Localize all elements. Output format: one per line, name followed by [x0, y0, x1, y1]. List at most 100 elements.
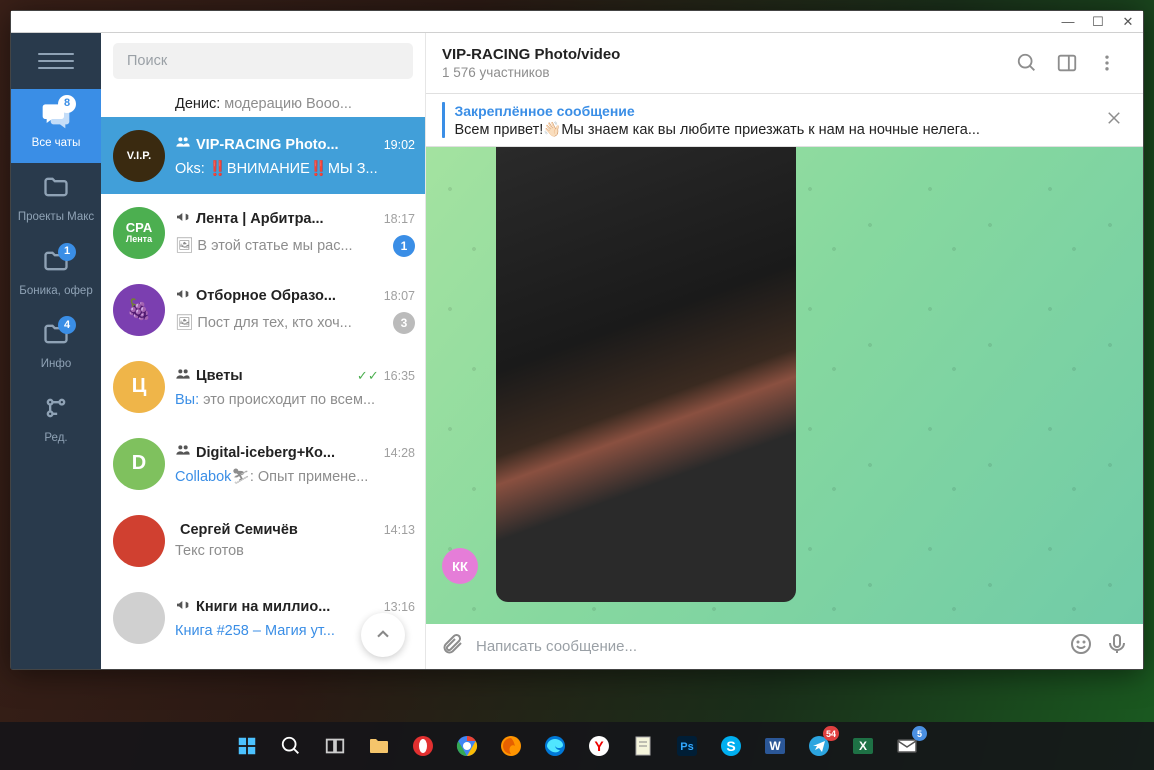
chat-list-column: Денис: модерацию Booo...0V.I.P.VIP-RACIN…	[101, 33, 426, 669]
taskbar-task-view-icon[interactable]	[317, 728, 353, 764]
titlebar: — ☐ ✕	[11, 11, 1143, 33]
chat-row[interactable]: CPAЛентаЛента | Арбитра...18:17🖼 В этой …	[101, 194, 425, 271]
svg-text:Y: Y	[594, 738, 604, 754]
chat-pane: VIP-RACING Photo/video 1 576 участников …	[426, 33, 1143, 669]
folder-icon	[40, 173, 72, 205]
taskbar-skype-icon[interactable]: S	[713, 728, 749, 764]
folder-icon: 4	[40, 320, 72, 352]
chat-row[interactable]: ЦЦветы✓✓16:35Вы: это происходит по всем.…	[101, 348, 425, 425]
folder-label: Боника, офер	[19, 285, 92, 299]
scroll-up-button[interactable]	[361, 613, 405, 657]
svg-text:X: X	[859, 739, 867, 753]
folder-badge: 4	[58, 316, 76, 334]
chat-time: 18:07	[384, 289, 415, 303]
chat-avatar: D	[113, 438, 165, 490]
menu-icon[interactable]	[38, 43, 74, 79]
chat-message-preview: Текс готов	[175, 543, 415, 559]
chat-name: Отборное Образо...	[196, 288, 379, 304]
sender-avatar[interactable]: КК	[442, 548, 478, 584]
chat-avatar	[113, 592, 165, 644]
app-body: 8Все чаты Проекты Макс 1 Боника, офер 4ИнфоР…	[11, 33, 1143, 669]
chat-row[interactable]: Денис: модерацию Booo...0	[101, 89, 425, 117]
chat-time: 19:02	[384, 138, 415, 152]
voice-icon[interactable]	[1105, 632, 1129, 661]
folder-badge: 1	[58, 243, 76, 261]
pinned-title: Закреплённое сообщение	[455, 103, 1102, 119]
chat-type-icon	[175, 366, 191, 387]
folder-badge: 8	[58, 95, 76, 113]
taskbar-chrome-icon[interactable]	[449, 728, 485, 764]
taskbar-photoshop-icon[interactable]: Ps	[669, 728, 705, 764]
taskbar-opera-icon[interactable]	[405, 728, 441, 764]
taskbar-search-icon[interactable]	[273, 728, 309, 764]
taskbar-explorer-icon[interactable]	[361, 728, 397, 764]
taskbar-telegram-icon[interactable]: 54	[801, 728, 837, 764]
chat-message-preview: Вы: это происходит по всем...	[175, 392, 415, 408]
chat-time: 14:28	[384, 446, 415, 460]
close-pinned-icon[interactable]	[1101, 105, 1127, 136]
taskbar-firefox-icon[interactable]	[493, 728, 529, 764]
folder-icon: 1	[40, 247, 72, 279]
chat-row[interactable]: V.I.P.VIP-RACING Photo...19:02Oks: ‼️ВНИ…	[101, 117, 425, 194]
video-message[interactable]	[496, 147, 796, 602]
chat-type-icon	[175, 597, 191, 618]
search-input[interactable]	[113, 43, 413, 79]
message-input[interactable]	[476, 638, 1057, 655]
attach-icon[interactable]	[440, 632, 464, 661]
taskbar-edge-icon[interactable]	[537, 728, 573, 764]
taskbar[interactable]: Y Ps S W 54 X 5	[0, 722, 1154, 770]
taskbar-yandex-icon[interactable]: Y	[581, 728, 617, 764]
chat-type-icon	[175, 209, 191, 230]
search-in-chat-icon[interactable]	[1007, 43, 1047, 83]
chat-row[interactable]: 🍇Отборное Образо...18:07🖼 Пост для тех, …	[101, 271, 425, 348]
taskbar-start-icon[interactable]	[229, 728, 265, 764]
chat-type-icon	[175, 134, 191, 155]
folder-label: Проекты Макс	[18, 211, 94, 225]
pinned-body: Закреплённое сообщение Всем привет!👋🏻Мы …	[455, 103, 1102, 138]
chat-time: 16:35	[384, 369, 415, 383]
chat-avatar: CPAЛента	[113, 207, 165, 259]
maximize-button[interactable]: ☐	[1083, 11, 1113, 33]
messages-area[interactable]: КК	[426, 147, 1143, 624]
taskbar-excel-icon[interactable]: X	[845, 728, 881, 764]
emoji-icon[interactable]	[1069, 632, 1093, 661]
chat-avatar: 🍇	[113, 284, 165, 336]
chat-title-wrap[interactable]: VIP-RACING Photo/video 1 576 участников	[442, 46, 1007, 80]
pinned-indicator	[442, 102, 445, 138]
search-wrap	[101, 33, 425, 89]
taskbar-notepad-icon[interactable]	[625, 728, 661, 764]
folder-icon	[40, 394, 72, 426]
chat-row[interactable]: Сергей Семичёв14:13Текс готов	[101, 502, 425, 579]
svg-text:S: S	[726, 738, 735, 754]
chat-avatar	[113, 515, 165, 567]
svg-text:W: W	[769, 739, 781, 753]
taskbar-badge: 5	[912, 726, 927, 741]
chat-time: 18:17	[384, 212, 415, 226]
unread-badge: 1	[393, 235, 415, 257]
taskbar-mail-icon[interactable]: 5	[889, 728, 925, 764]
folder-icon: 8	[40, 99, 72, 131]
chat-message-preview: Денис: модерацию Booo...	[175, 96, 388, 112]
unread-badge: 3	[393, 312, 415, 334]
chat-row[interactable]: DDigital-iceberg+Ко...14:28Collabok⛷: Оп…	[101, 425, 425, 502]
minimize-button[interactable]: —	[1053, 11, 1083, 33]
close-button[interactable]: ✕	[1113, 11, 1143, 33]
chat-title: VIP-RACING Photo/video	[442, 46, 1007, 63]
folder-tab-2[interactable]: 1 Боника, офер	[11, 237, 101, 311]
chat-name: Цветы	[196, 368, 352, 384]
sidebar-toggle-icon[interactable]	[1047, 43, 1087, 83]
svg-text:Ps: Ps	[680, 741, 693, 753]
folder-tab-3[interactable]: 4Инфо	[11, 310, 101, 384]
folder-tab-0[interactable]: 8Все чаты	[11, 89, 101, 163]
pinned-message[interactable]: Закреплённое сообщение Всем привет!👋🏻Мы …	[426, 94, 1143, 147]
chat-list[interactable]: Денис: модерацию Booo...0V.I.P.VIP-RACIN…	[101, 89, 425, 669]
chat-type-icon	[175, 286, 191, 307]
chat-name: Digital-iceberg+Ко...	[196, 445, 379, 461]
folder-tab-1[interactable]: Проекты Макс	[11, 163, 101, 237]
taskbar-badge: 54	[823, 726, 839, 741]
chat-message-preview: Oks: ‼️ВНИМАНИЕ‼️МЫ З...	[175, 160, 415, 177]
taskbar-word-icon[interactable]: W	[757, 728, 793, 764]
folder-tab-4[interactable]: Ред.	[11, 384, 101, 458]
more-icon[interactable]	[1087, 43, 1127, 83]
chat-time: 14:13	[384, 523, 415, 537]
